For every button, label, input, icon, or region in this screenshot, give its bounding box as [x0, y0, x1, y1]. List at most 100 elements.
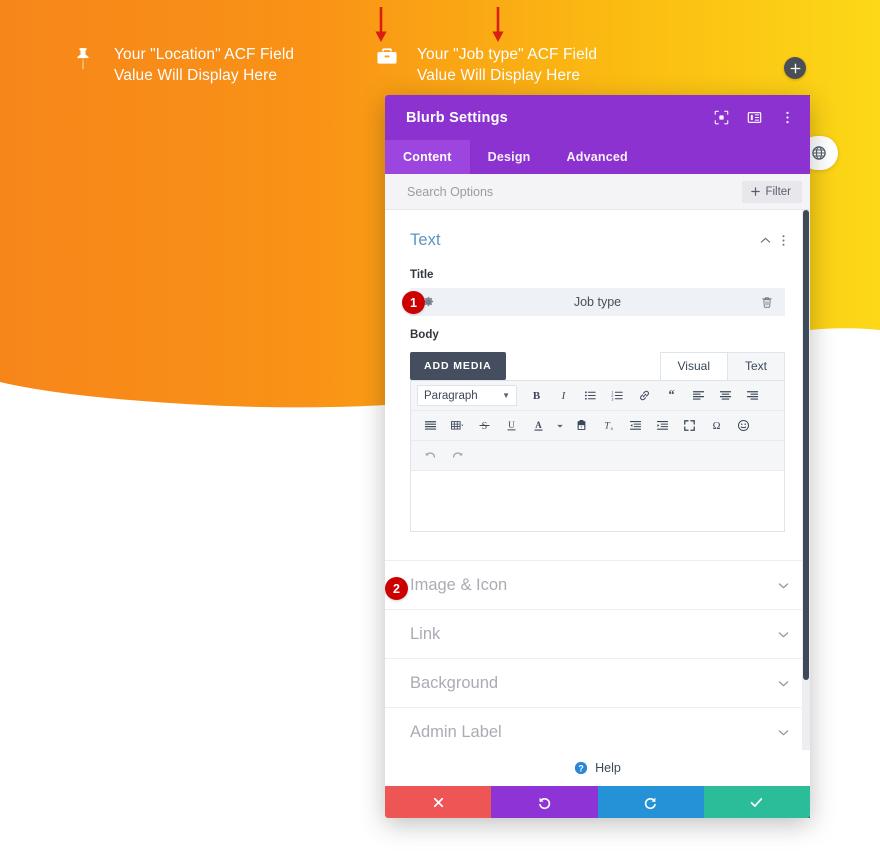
save-button[interactable]: [703, 786, 810, 818]
modal-footer: [385, 786, 810, 818]
numbered-list-icon[interactable]: 1 2 3: [604, 385, 631, 406]
text-color-icon[interactable]: A: [525, 415, 552, 436]
svg-text:I: I: [561, 390, 567, 402]
indent-icon[interactable]: [649, 415, 676, 436]
modal-header: Blurb Settings: [385, 95, 810, 140]
section-link-label: Link: [410, 624, 441, 643]
section-background[interactable]: Background: [385, 658, 810, 707]
down-arrow-icon: [374, 6, 388, 44]
title-field-value: Job type: [573, 295, 622, 309]
wysiwyg-editor: Paragraph ▼ B I 1 2 3 “ S U A T T x Ω: [410, 380, 785, 532]
tab-design[interactable]: Design: [470, 140, 549, 174]
tab-text[interactable]: Text: [727, 352, 785, 380]
acf-field-jobtype-text: Your "Job type" ACF Field Value Will Dis…: [417, 46, 598, 84]
modal-scrollbar-thumb[interactable]: [803, 210, 809, 680]
italic-icon[interactable]: I: [550, 385, 577, 406]
map-pin-icon: [72, 46, 98, 76]
emoji-icon[interactable]: [730, 415, 757, 436]
special-character-icon[interactable]: Ω: [703, 415, 730, 436]
bold-icon[interactable]: B: [523, 385, 550, 406]
focus-expand-icon[interactable]: [713, 109, 730, 126]
svg-text:S: S: [482, 421, 488, 432]
chevron-down-icon[interactable]: [774, 628, 792, 641]
clear-formatting-icon[interactable]: T x: [595, 415, 622, 436]
strikethrough-icon[interactable]: S: [471, 415, 498, 436]
question-mark-icon: ?: [574, 761, 588, 775]
search-input[interactable]: [407, 184, 743, 199]
section-text-header[interactable]: Text: [385, 224, 810, 256]
align-right-icon[interactable]: [739, 385, 766, 406]
outdent-icon[interactable]: [622, 415, 649, 436]
title-field-label: Title: [410, 269, 434, 281]
svg-text:x: x: [611, 426, 614, 431]
plus-icon: [751, 187, 761, 196]
modal-inner-scrollbar[interactable]: [802, 210, 810, 750]
more-vertical-icon[interactable]: [774, 234, 792, 247]
modal-header-actions: [713, 109, 796, 126]
align-left-icon[interactable]: [685, 385, 712, 406]
editor-toolbar-row-3: [411, 441, 784, 471]
title-field-row[interactable]: 1 Job type: [402, 288, 785, 316]
annotation-badge-2: 2: [385, 577, 408, 600]
svg-text:A: A: [535, 420, 542, 430]
link-icon[interactable]: [631, 385, 658, 406]
trash-icon[interactable]: [758, 296, 776, 309]
help-bar[interactable]: ? Help: [385, 750, 810, 786]
svg-text:T: T: [604, 420, 610, 431]
tab-advanced[interactable]: Advanced: [549, 140, 646, 174]
section-text-title: Text: [410, 230, 441, 249]
plus-icon: [790, 63, 800, 73]
underline-icon[interactable]: U: [498, 415, 525, 436]
chevron-down-icon[interactable]: [552, 415, 568, 436]
editor-toolbar-row-2: S U A T T x Ω: [411, 411, 784, 441]
svg-text:“: “: [668, 389, 674, 401]
editor-mode-tabs: Visual Text: [659, 352, 785, 380]
blockquote-icon[interactable]: “: [658, 385, 685, 406]
format-select-value: Paragraph: [424, 389, 478, 402]
bulleted-list-icon[interactable]: [577, 385, 604, 406]
acf-field-location: Your "Location" ACF Field Value Will Dis…: [72, 44, 294, 86]
editor-content-area[interactable]: [411, 471, 784, 531]
align-justify-icon[interactable]: [417, 415, 444, 436]
briefcase-icon: [375, 46, 401, 76]
redo-arrow-icon: [644, 797, 656, 809]
undo-icon[interactable]: [417, 445, 444, 466]
filter-button[interactable]: Filter: [742, 180, 802, 203]
editor-toolbar-row-1: Paragraph ▼ B I 1 2 3 “: [411, 381, 784, 411]
add-module-button[interactable]: [784, 57, 806, 79]
chevron-up-icon[interactable]: [756, 234, 774, 247]
more-vertical-icon[interactable]: [779, 109, 796, 126]
search-options-bar: Filter: [385, 174, 810, 210]
paste-as-text-icon[interactable]: T: [568, 415, 595, 436]
modal-body: Text Title 1 Job type Body ADD MEDIA Vis…: [385, 210, 810, 750]
body-field-label: Body: [410, 329, 439, 341]
section-background-label: Background: [410, 673, 499, 692]
cancel-button[interactable]: [385, 786, 492, 818]
svg-text:3: 3: [611, 397, 613, 401]
chevron-down-icon[interactable]: [774, 726, 792, 739]
chevron-down-icon[interactable]: [774, 677, 792, 690]
chevron-down-icon[interactable]: [774, 579, 792, 592]
fullscreen-icon[interactable]: [676, 415, 703, 436]
layout-split-icon[interactable]: [746, 109, 763, 126]
section-link[interactable]: Link: [385, 609, 810, 658]
modal-tabs: Content Design Advanced: [385, 140, 810, 174]
section-admin-label[interactable]: Admin Label: [385, 707, 810, 750]
blurb-settings-modal: Blurb Settings Content Design Advanced S…: [385, 95, 810, 818]
align-center-icon[interactable]: [712, 385, 739, 406]
svg-text:B: B: [533, 390, 540, 402]
redo-icon[interactable]: [444, 445, 471, 466]
section-image-icon[interactable]: 2 Image & Icon: [385, 560, 810, 609]
tab-content[interactable]: Content: [385, 140, 470, 174]
section-text: Text Title 1 Job type Body ADD MEDIA Vis…: [385, 210, 810, 560]
tab-visual[interactable]: Visual: [659, 352, 728, 380]
add-media-button[interactable]: ADD MEDIA: [410, 352, 506, 380]
format-select[interactable]: Paragraph ▼: [417, 385, 517, 406]
undo-button[interactable]: [491, 786, 598, 818]
down-arrow-icon: [491, 6, 505, 44]
redo-button[interactable]: [597, 786, 704, 818]
table-icon[interactable]: [444, 415, 471, 436]
svg-text:?: ?: [578, 763, 583, 773]
filter-button-label: Filter: [765, 185, 791, 198]
